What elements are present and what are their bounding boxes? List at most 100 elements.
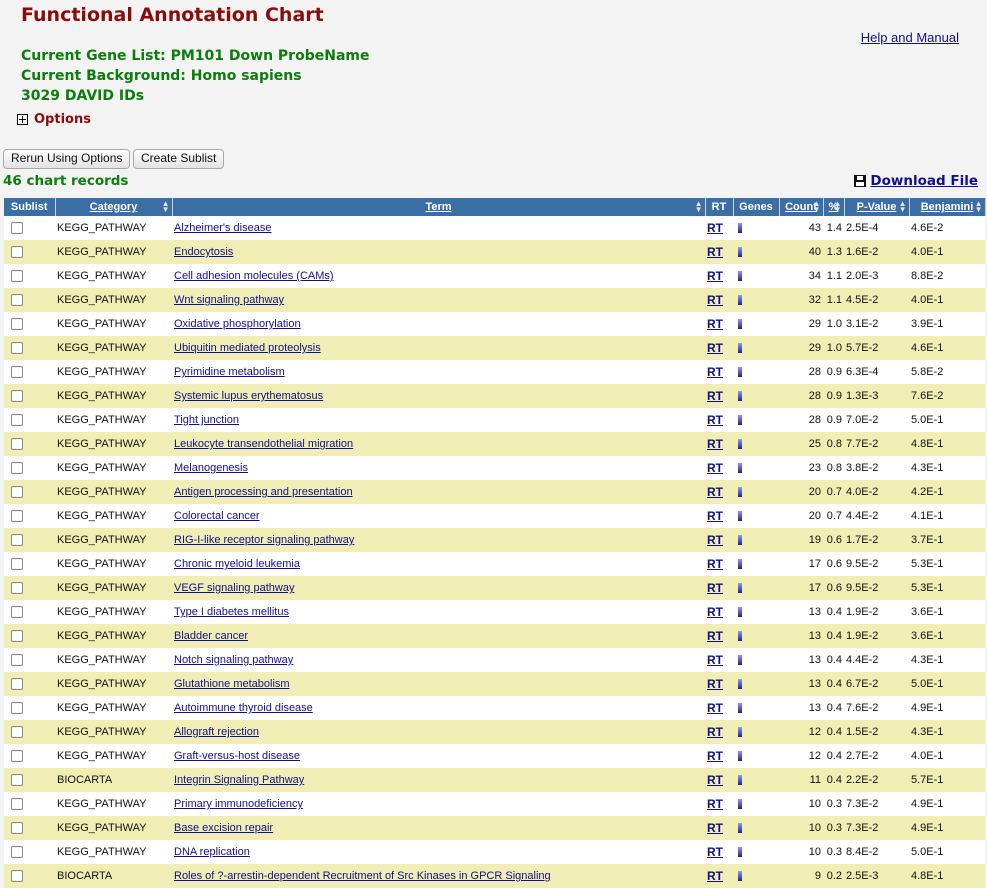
header-category[interactable]: Category ▲ ▼ [55,198,173,216]
gene-bar-icon[interactable] [738,655,742,666]
term-link[interactable]: Allograft rejection [174,726,259,738]
rt-link[interactable]: RT [707,461,723,475]
rt-link[interactable]: RT [707,389,723,403]
rt-link[interactable]: RT [707,557,723,571]
sort-arrows-icon[interactable]: ▲ ▼ [813,200,821,214]
term-link[interactable]: Graft-versus-host disease [174,750,300,762]
rerun-using-options-button[interactable]: Rerun Using Options [3,149,131,169]
rt-link[interactable]: RT [707,581,723,595]
term-link[interactable]: Antigen processing and presentation [174,486,353,498]
options-toggle[interactable]: Options [17,112,91,127]
term-link[interactable]: Glutathione metabolism [174,678,290,690]
rt-link[interactable]: RT [707,845,723,859]
rt-link[interactable]: RT [707,533,723,547]
term-link[interactable]: Bladder cancer [174,630,248,642]
rt-link[interactable]: RT [707,269,723,283]
gene-bar-icon[interactable] [738,535,742,546]
sublist-checkbox[interactable] [11,390,23,403]
term-link[interactable]: VEGF signaling pathway [174,582,294,594]
gene-bar-icon[interactable] [738,871,742,882]
rt-link[interactable]: RT [707,317,723,331]
sort-arrows-icon[interactable]: ▲ ▼ [162,200,170,214]
sublist-checkbox[interactable] [11,606,23,619]
sublist-checkbox[interactable] [11,462,23,475]
rt-link[interactable]: RT [707,485,723,499]
term-link[interactable]: Pyrimidine metabolism [174,366,285,378]
sublist-checkbox[interactable] [11,414,23,427]
rt-link[interactable]: RT [707,749,723,763]
header-percent[interactable]: % ▲ ▼ [823,198,845,216]
rt-link[interactable]: RT [707,365,723,379]
gene-bar-icon[interactable] [738,391,742,402]
sublist-checkbox[interactable] [11,534,23,547]
gene-bar-icon[interactable] [738,799,742,810]
sublist-checkbox[interactable] [11,750,23,763]
rt-link[interactable]: RT [707,245,723,259]
sublist-checkbox[interactable] [11,366,23,379]
term-link[interactable]: Integrin Signaling Pathway [174,774,304,786]
rt-link[interactable]: RT [707,773,723,787]
gene-bar-icon[interactable] [738,727,742,738]
download-file-link[interactable]: Download File [854,173,978,189]
sublist-checkbox[interactable] [11,702,23,715]
gene-bar-icon[interactable] [738,439,742,450]
sort-arrows-icon[interactable]: ▲ ▼ [834,200,842,214]
sublist-checkbox[interactable] [11,558,23,571]
rt-link[interactable]: RT [707,653,723,667]
rt-link[interactable]: RT [707,725,723,739]
sublist-checkbox[interactable] [11,222,23,235]
sublist-checkbox[interactable] [11,438,23,451]
gene-bar-icon[interactable] [738,487,742,498]
term-link[interactable]: Notch signaling pathway [174,654,293,666]
gene-bar-icon[interactable] [738,559,742,570]
term-link[interactable]: Base excision repair [174,822,273,834]
gene-bar-icon[interactable] [738,847,742,858]
term-link[interactable]: Autoimmune thyroid disease [174,702,313,714]
term-link[interactable]: Melanogenesis [174,462,248,474]
rt-link[interactable]: RT [707,629,723,643]
rt-link[interactable]: RT [707,293,723,307]
rt-link[interactable]: RT [707,509,723,523]
rt-link[interactable]: RT [707,413,723,427]
sublist-checkbox[interactable] [11,342,23,355]
gene-bar-icon[interactable] [738,607,742,618]
gene-bar-icon[interactable] [738,583,742,594]
gene-bar-icon[interactable] [738,511,742,522]
sublist-checkbox[interactable] [11,510,23,523]
term-link[interactable]: Systemic lupus erythematosus [174,390,323,402]
gene-bar-icon[interactable] [738,679,742,690]
term-link[interactable]: Oxidative phosphorylation [174,318,301,330]
gene-bar-icon[interactable] [738,415,742,426]
gene-bar-icon[interactable] [738,823,742,834]
term-link[interactable]: Tight junction [174,414,239,426]
sublist-checkbox[interactable] [11,246,23,259]
term-link[interactable]: Colorectal cancer [174,510,260,522]
header-count[interactable]: Count ▲ ▼ [779,198,824,216]
sublist-checkbox[interactable] [11,270,23,283]
rt-link[interactable]: RT [707,821,723,835]
sublist-checkbox[interactable] [11,870,23,883]
gene-bar-icon[interactable] [738,631,742,642]
term-link[interactable]: Wnt signaling pathway [174,294,284,306]
sublist-checkbox[interactable] [11,678,23,691]
gene-bar-icon[interactable] [738,247,742,258]
sublist-checkbox[interactable] [11,846,23,859]
gene-bar-icon[interactable] [738,343,742,354]
rt-link[interactable]: RT [707,677,723,691]
header-term[interactable]: Term ▲ ▼ [172,198,706,216]
term-link[interactable]: DNA replication [174,846,250,858]
expand-plus-icon[interactable] [17,114,28,125]
header-benjamini[interactable]: Benjamini ▲ ▼ [909,198,986,216]
term-link[interactable]: Leukocyte transendothelial migration [174,438,353,450]
term-link[interactable]: Endocytosis [174,246,233,258]
gene-bar-icon[interactable] [738,223,742,234]
gene-bar-icon[interactable] [738,271,742,282]
term-link[interactable]: Type I diabetes mellitus [174,606,289,618]
term-link[interactable]: Ubiquitin mediated proteolysis [174,342,321,354]
rt-link[interactable]: RT [707,341,723,355]
create-sublist-button[interactable]: Create Sublist [133,149,225,169]
gene-bar-icon[interactable] [738,751,742,762]
sublist-checkbox[interactable] [11,798,23,811]
term-link[interactable]: Roles of ?-arrestin-dependent Recruitmen… [174,870,551,882]
sublist-checkbox[interactable] [11,654,23,667]
